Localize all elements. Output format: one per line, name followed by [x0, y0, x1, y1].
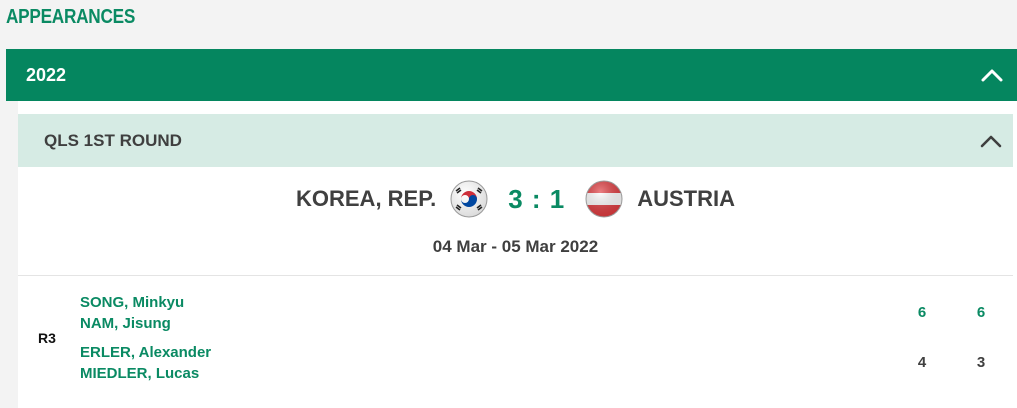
divider: [18, 275, 1013, 276]
tie-score: 3 : 1: [508, 183, 566, 214]
year-panel: QLS 1ST ROUND KOREA, REP. 3: 1 AUSTRIA …: [18, 101, 1017, 408]
year-label: 2022: [26, 64, 67, 85]
away-set-score: 4: [917, 354, 927, 371]
rubber-label: R3: [38, 330, 56, 346]
chevron-up-icon[interactable]: [979, 62, 1005, 88]
home-team-name[interactable]: KOREA, REP.: [296, 186, 436, 212]
away-set-score: 3: [976, 354, 986, 371]
home-set-score: 6: [976, 304, 986, 321]
round-accordion-header[interactable]: QLS 1ST ROUND: [18, 114, 1013, 167]
home-set-score: 6: [917, 304, 927, 321]
appearances-page: APPEARANCES 2022 QLS 1ST ROUND KOREA, RE…: [0, 0, 1017, 408]
away-team-name[interactable]: AUSTRIA: [637, 186, 735, 212]
korea-flag-icon: [450, 180, 488, 218]
austria-flag-icon: [585, 180, 623, 218]
home-player-link[interactable]: SONG, Minkyu: [80, 294, 184, 311]
tie-date: 04 Mar - 05 Mar 2022: [432, 237, 599, 256]
tie-summary: KOREA, REP. 3 : 1 AUSTRIA: [18, 177, 1013, 221]
home-player-link[interactable]: NAM, Jisung: [80, 315, 171, 332]
round-label: QLS 1ST ROUND: [44, 130, 182, 150]
away-player-link[interactable]: MIEDLER, Lucas: [80, 365, 199, 382]
section-title: APPEARANCES: [6, 6, 136, 28]
year-accordion-header[interactable]: 2022: [6, 49, 1017, 101]
away-player-link[interactable]: ERLER, Alexander: [80, 344, 211, 361]
chevron-up-icon[interactable]: [979, 129, 1003, 153]
